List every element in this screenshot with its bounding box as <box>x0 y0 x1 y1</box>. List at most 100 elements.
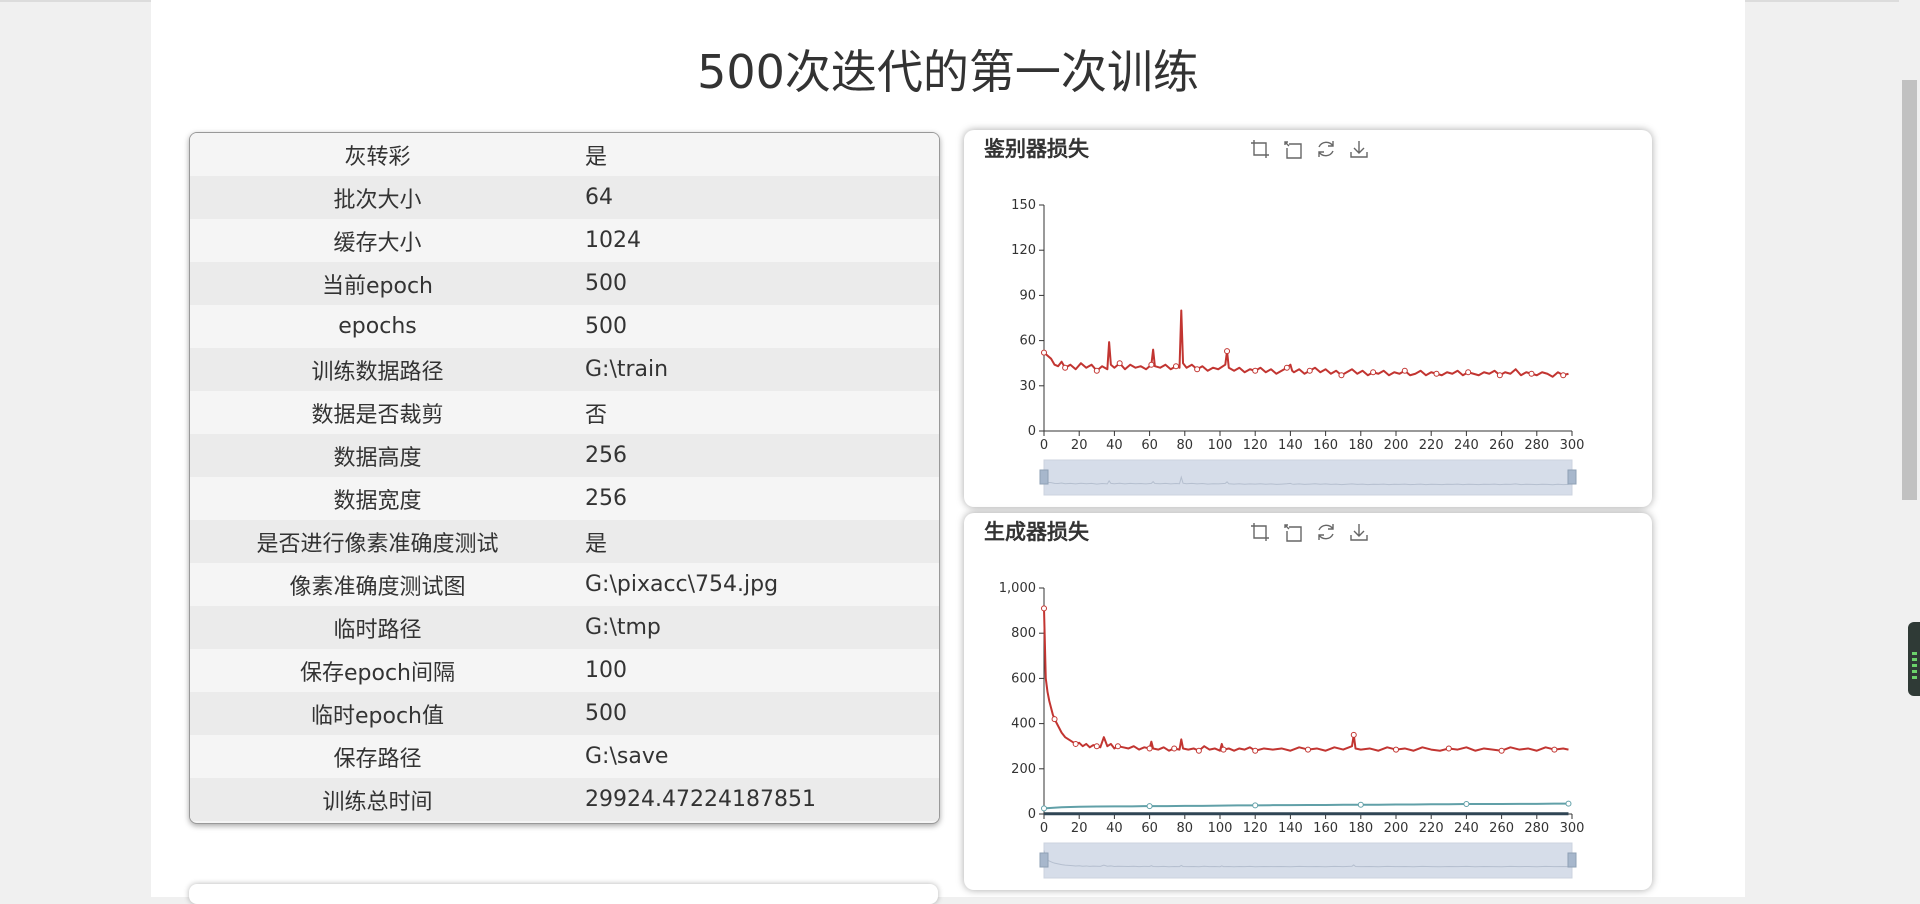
x-tick-label: 160 <box>1313 438 1338 453</box>
x-tick-label: 260 <box>1489 821 1514 836</box>
param-row: 缓存大小 1024 <box>190 219 939 262</box>
param-value: 1024 <box>585 228 641 253</box>
x-tick-label: 100 <box>1208 438 1233 453</box>
x-tick-label: 20 <box>1071 821 1088 836</box>
data-point <box>1252 802 1259 809</box>
param-row: epochs 500 <box>190 305 939 348</box>
data-zoom-slider <box>1043 842 1573 879</box>
data-point <box>1306 367 1313 374</box>
param-key: epochs <box>338 314 417 339</box>
side-widget[interactable] <box>1908 622 1920 696</box>
param-row: 临时路径 G:\tmp <box>190 606 939 649</box>
param-key: 灰转彩 <box>344 144 411 170</box>
param-row: 训练数据路径 G:\train <box>190 348 939 391</box>
x-tick-label: 80 <box>1177 821 1194 836</box>
x-tick-label: 40 <box>1106 821 1123 836</box>
x-tick-label: 240 <box>1454 821 1479 836</box>
data-point <box>1173 363 1179 370</box>
data-point <box>1195 747 1202 754</box>
param-row: 临时epoch值 500 <box>190 692 939 735</box>
param-key: 保存epoch间隔 <box>300 660 455 686</box>
param-row: 数据是否裁剪 否 <box>190 391 939 434</box>
param-value: 100 <box>585 658 627 683</box>
param-row: 数据高度 256 <box>190 434 939 477</box>
data-point <box>1194 366 1201 373</box>
data-point <box>1560 372 1567 379</box>
param-key: 保存路径 <box>333 746 422 772</box>
data-point <box>1051 716 1058 723</box>
param-key: 训练总时间 <box>322 789 433 815</box>
param-row: 是否进行像素准确度测试 是 <box>190 520 939 563</box>
x-tick-label: 240 <box>1454 438 1479 453</box>
data-zoom-handle <box>1567 852 1577 868</box>
y-tick-label: 200 <box>1011 762 1036 777</box>
data-point <box>1146 803 1153 810</box>
data-point <box>1370 369 1377 376</box>
generator-loss-plot: 0 200 400 600 800 1,000 0 20 40 60 80 100 120 140 160 1… <box>999 581 1585 879</box>
param-key: 临时epoch值 <box>311 703 444 729</box>
data-point <box>1565 800 1572 807</box>
data-point <box>1252 367 1259 374</box>
series-line-1 <box>1043 802 1569 810</box>
param-value: 是 <box>585 144 608 170</box>
x-tick-label: 100 <box>1208 821 1233 836</box>
x-tick-label: 160 <box>1313 821 1338 836</box>
x-tick-label: 0 <box>1040 438 1048 453</box>
data-point <box>1114 743 1121 750</box>
data-zoom-handle <box>1039 469 1049 485</box>
param-row: 像素准确度测试图 G:\pixacc\754.jpg <box>190 563 939 606</box>
param-row: 训练总时间 29924.47224187851 <box>190 778 939 821</box>
param-key: 当前epoch <box>322 273 433 299</box>
param-key: 临时路径 <box>333 617 422 643</box>
data-point <box>1062 364 1069 371</box>
param-key: 数据高度 <box>333 445 422 471</box>
param-value: 是 <box>585 531 608 557</box>
y-tick-label: 90 <box>1019 288 1036 303</box>
data-point <box>1041 349 1047 356</box>
param-key: 数据宽度 <box>333 488 422 514</box>
x-tick-label: 60 <box>1141 821 1158 836</box>
data-zoom-handle <box>1567 469 1577 485</box>
next-panel-edge <box>189 884 938 904</box>
x-tick-label: 80 <box>1177 438 1194 453</box>
data-point <box>1146 745 1153 752</box>
x-tick-label: 280 <box>1524 821 1549 836</box>
data-point <box>1357 801 1364 808</box>
param-key: 数据是否裁剪 <box>311 402 444 428</box>
data-point <box>1498 747 1505 754</box>
x-tick-label: 140 <box>1278 438 1303 453</box>
param-row: 保存路径 G:\save <box>190 735 939 778</box>
data-point <box>1072 740 1079 747</box>
param-key: 批次大小 <box>333 187 422 213</box>
param-key: 像素准确度测试图 <box>289 574 466 600</box>
x-tick-label: 140 <box>1278 821 1303 836</box>
x-tick-label: 260 <box>1489 438 1514 453</box>
generator-loss-chart-card: 生成器损失 0 200 400 600 800 1,000 0 20 40 60 80 100 120 1… <box>964 513 1652 890</box>
x-tick-label: 40 <box>1106 438 1123 453</box>
page-title: 500次迭代的第一次训练 <box>697 45 1199 99</box>
x-tick-label: 200 <box>1384 438 1409 453</box>
param-value: 29924.47224187851 <box>585 787 816 812</box>
x-tick-label: 220 <box>1419 438 1444 453</box>
x-tick-label: 180 <box>1348 821 1373 836</box>
data-point <box>1433 370 1440 377</box>
y-tick-label: 60 <box>1019 334 1036 349</box>
data-point <box>1041 605 1047 612</box>
data-point <box>1305 746 1311 753</box>
discriminator-loss-plot: 0 30 60 90 120 150 0 20 40 60 80 100 120 140 160 180 200… <box>1011 198 1584 496</box>
param-value: G:\tmp <box>585 615 661 640</box>
data-point <box>1041 805 1047 812</box>
param-value: 256 <box>585 443 627 468</box>
y-tick-label: 1,000 <box>999 581 1036 596</box>
series-line-0 <box>1043 309 1569 378</box>
data-point <box>1093 367 1100 374</box>
param-value: 500 <box>585 701 627 726</box>
page-content: 500次迭代的第一次训练 灰转彩是批次大小 64 缓存大小 1024 当前epoch 50… <box>151 0 1745 904</box>
param-value: G:\pixacc\754.jpg <box>585 572 779 597</box>
param-value: 64 <box>585 185 613 210</box>
discriminator-loss-chart-card: 鉴别器损失 0 30 60 90 120 150 0 20 40 60 80 100 120 140 160… <box>964 130 1652 507</box>
scrollbar-thumb[interactable] <box>1902 80 1917 500</box>
data-point <box>1465 369 1472 376</box>
data-point <box>1496 372 1503 379</box>
x-tick-label: 300 <box>1560 821 1585 836</box>
